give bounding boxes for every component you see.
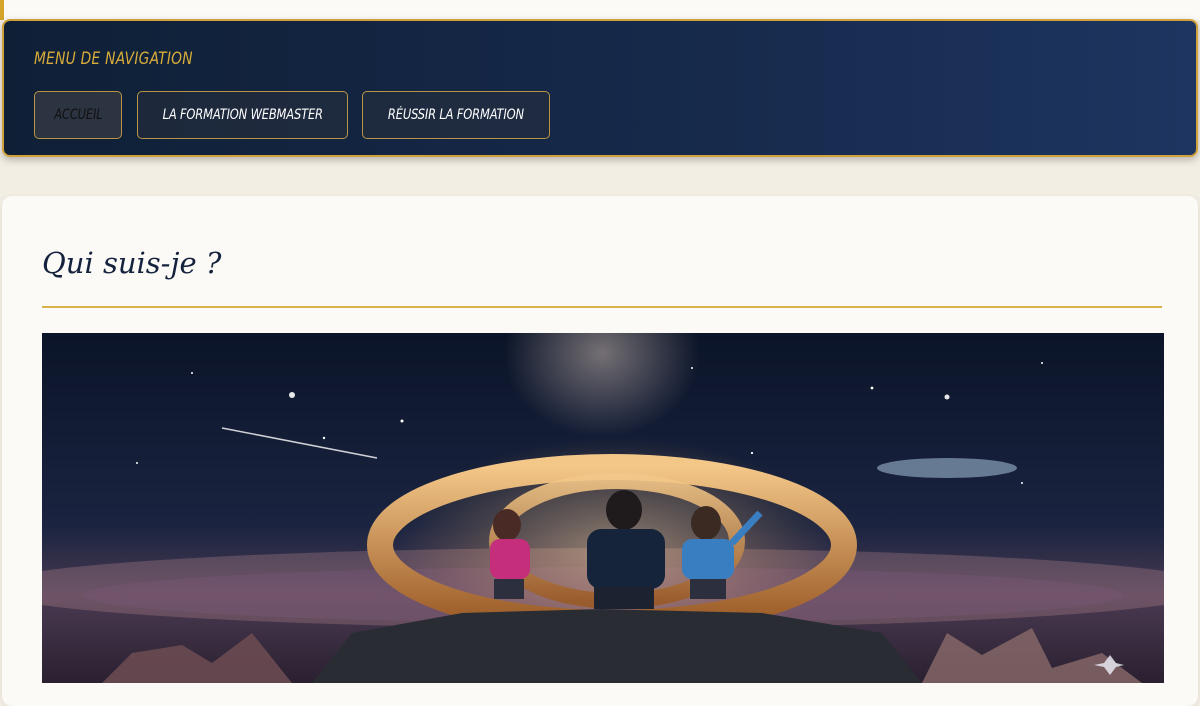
nav-button-accueil[interactable]: ACCUEIL: [34, 91, 122, 139]
nav-title: MENU DE NAVIGATION: [34, 49, 193, 69]
top-strip: [0, 0, 1200, 20]
nav-button-label: ACCUEIL: [53, 107, 103, 123]
page-title: Qui suis-je ?: [42, 246, 222, 280]
content-card: Qui suis-je ?: [2, 196, 1198, 706]
nav-button-label: LA FORMATION WEBMASTER: [162, 107, 323, 123]
navigation-panel: MENU DE NAVIGATION ACCUEIL LA FORMATION …: [2, 19, 1198, 157]
hero-image: [42, 333, 1164, 683]
nav-button-label: RÉUSSIR LA FORMATION: [388, 107, 524, 123]
nav-button-reussir-formation[interactable]: RÉUSSIR LA FORMATION: [362, 91, 550, 139]
title-divider: [42, 306, 1162, 308]
nav-button-formation-webmaster[interactable]: LA FORMATION WEBMASTER: [137, 91, 348, 139]
